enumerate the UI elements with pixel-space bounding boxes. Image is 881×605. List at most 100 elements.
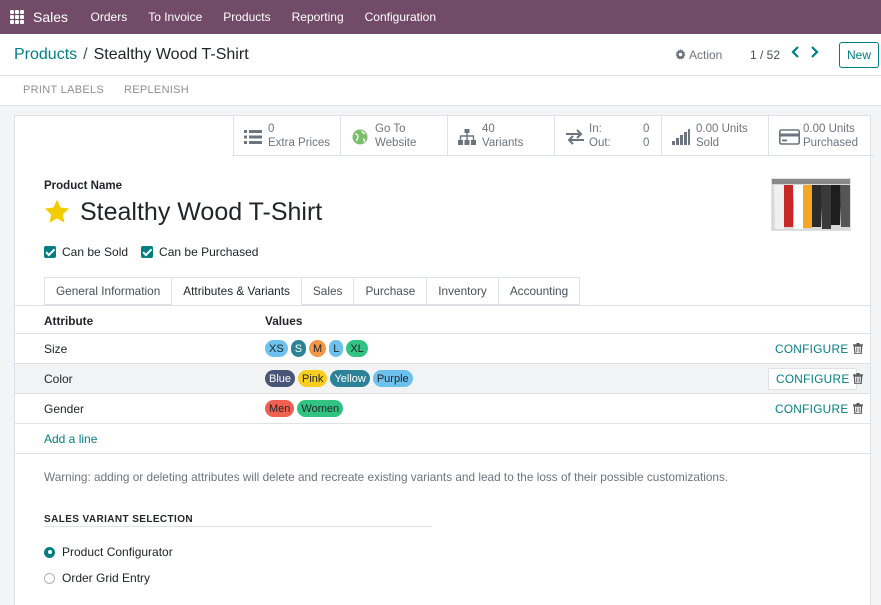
- sold-label: Sold: [696, 137, 720, 149]
- new-button[interactable]: New: [839, 42, 879, 68]
- value-tag: XS: [265, 340, 288, 357]
- variants-value: 40: [482, 123, 495, 135]
- values-column-header[interactable]: Values: [265, 314, 302, 328]
- t-shirt-rack-image: [772, 179, 850, 230]
- apps-grid-icon[interactable]: [10, 10, 24, 24]
- can-be-sold-checkbox[interactable]: [44, 246, 56, 258]
- tab-general-information[interactable]: General Information: [44, 277, 173, 305]
- out-label: Out:: [589, 137, 611, 149]
- menu-configuration[interactable]: Configuration: [354, 10, 446, 24]
- tab-purchase[interactable]: Purchase: [354, 277, 428, 305]
- table-row[interactable]: Size XS S M L XL CONFIGURE: [15, 334, 870, 364]
- section-divider: [44, 526, 432, 527]
- attribute-values: XS S M L XL: [265, 340, 371, 357]
- value-tag: XL: [346, 340, 368, 357]
- add-a-line-link[interactable]: Add a line: [44, 432, 97, 446]
- tab-sales[interactable]: Sales: [301, 277, 355, 305]
- trash-icon[interactable]: [853, 343, 863, 354]
- value-tag: Women: [297, 400, 344, 417]
- extra-prices-value: 0: [268, 123, 275, 135]
- signal-icon: [672, 129, 690, 145]
- attribute-name: Gender: [44, 402, 85, 416]
- extra-prices-label: Extra Prices: [268, 137, 330, 149]
- menu-products[interactable]: Products: [213, 10, 281, 24]
- variants-label: Variants: [482, 137, 524, 149]
- attribute-values: Men Women: [265, 400, 346, 417]
- can-be-sold-label: Can be Sold: [62, 245, 129, 259]
- table-row[interactable]: Gender Men Women CONFIGURE: [15, 394, 870, 424]
- replenish-button[interactable]: REPLENISH: [124, 84, 189, 96]
- tab-attributes-variants[interactable]: Attributes & Variants: [172, 277, 302, 305]
- product-name-label: Product Name: [44, 180, 122, 192]
- product-configurator-radio[interactable]: [44, 546, 55, 558]
- product-image[interactable]: [771, 178, 851, 231]
- extra-prices-button[interactable]: 0 Extra Prices: [233, 116, 340, 156]
- in-label: In:: [589, 123, 602, 135]
- checkbox-row: Can be Sold Can be Purchased: [44, 245, 271, 259]
- value-tag: Pink: [298, 370, 328, 387]
- breadcrumb: Products / Stealthy Wood T-Shirt: [14, 46, 249, 64]
- add-line-row: Add a line: [15, 424, 870, 454]
- table-row[interactable]: Color Blue Pink Yellow Purple CONFIGURE: [15, 364, 870, 394]
- breadcrumb-separator: /: [83, 46, 88, 63]
- trash-icon[interactable]: [853, 403, 863, 414]
- app-name[interactable]: Sales: [33, 9, 68, 25]
- order-grid-entry-option[interactable]: Order Grid Entry: [44, 571, 150, 585]
- configure-button[interactable]: CONFIGURE: [775, 342, 848, 356]
- attributes-table: Attribute Values Size XS S M L XL CONFIGURE Col…: [15, 305, 870, 454]
- table-header: Attribute Values: [15, 306, 870, 334]
- credit-card-icon: [779, 129, 800, 145]
- form-sheet: 0 Extra Prices Go To Website 40 Variants…: [14, 115, 875, 605]
- product-configurator-label: Product Configurator: [62, 545, 173, 559]
- in-value: 0: [643, 123, 650, 135]
- list-icon: [244, 130, 262, 144]
- variants-warning-text: Warning: adding or deleting attributes w…: [44, 470, 729, 484]
- menu-orders[interactable]: Orders: [80, 10, 138, 24]
- value-tag: S: [290, 340, 307, 357]
- value-tag: M: [309, 340, 327, 357]
- top-navbar: Sales Orders To Invoice Products Reporti…: [0, 0, 881, 34]
- purchased-button[interactable]: 0.00 Units Purchased: [768, 116, 875, 156]
- attribute-name: Color: [44, 372, 73, 386]
- action-label: Action: [689, 48, 723, 62]
- can-be-purchased-checkbox[interactable]: [141, 246, 154, 258]
- exchange-icon: [566, 129, 584, 145]
- out-value: 0: [643, 137, 650, 149]
- trash-icon[interactable]: [853, 373, 863, 384]
- control-panel: Products / Stealthy Wood T-Shirt Action 1 …: [0, 34, 881, 76]
- breadcrumb-products-link[interactable]: Products: [14, 46, 77, 63]
- order-grid-entry-radio[interactable]: [44, 572, 55, 584]
- can-be-purchased-label: Can be Purchased: [159, 245, 259, 259]
- value-tag: Purple: [372, 370, 413, 387]
- product-configurator-option[interactable]: Product Configurator: [44, 545, 173, 559]
- product-title[interactable]: Stealthy Wood T-Shirt: [80, 198, 322, 227]
- star-icon[interactable]: [43, 198, 71, 226]
- purchased-label: Purchased: [803, 137, 858, 149]
- value-tag: L: [329, 340, 344, 357]
- configure-button[interactable]: CONFIGURE: [768, 368, 858, 390]
- tab-inventory[interactable]: Inventory: [427, 277, 499, 305]
- chevron-right-icon[interactable]: [810, 45, 819, 59]
- print-labels-button[interactable]: PRINT LABELS: [23, 84, 104, 96]
- gear-icon: [675, 49, 686, 60]
- menu-reporting[interactable]: Reporting: [281, 10, 354, 24]
- sold-value: 0.00 Units: [696, 123, 748, 135]
- tab-accounting[interactable]: Accounting: [498, 277, 581, 305]
- status-bar: PRINT LABELS REPLENISH: [0, 76, 881, 106]
- sales-variant-section-title: SALES VARIANT SELECTION: [44, 514, 194, 525]
- notebook-tabs: General Information Attributes & Variant…: [44, 277, 581, 305]
- attribute-name: Size: [44, 342, 68, 356]
- chevron-left-icon[interactable]: [791, 45, 800, 59]
- attribute-column-header[interactable]: Attribute: [44, 314, 93, 328]
- configure-button[interactable]: CONFIGURE: [775, 402, 848, 416]
- sitemap-icon: [458, 129, 476, 145]
- action-menu-button[interactable]: Action: [675, 48, 722, 62]
- variants-button[interactable]: 40 Variants: [447, 116, 554, 156]
- website-value: Go To: [375, 123, 406, 135]
- in-out-button[interactable]: In: 0 Out: 0: [554, 116, 661, 156]
- menu-to-invoice[interactable]: To Invoice: [138, 10, 213, 24]
- value-tag: Yellow: [330, 370, 370, 387]
- sold-button[interactable]: 0.00 Units Sold: [661, 116, 768, 156]
- pager-value[interactable]: 1 / 52: [750, 48, 780, 62]
- website-button[interactable]: Go To Website: [340, 116, 447, 156]
